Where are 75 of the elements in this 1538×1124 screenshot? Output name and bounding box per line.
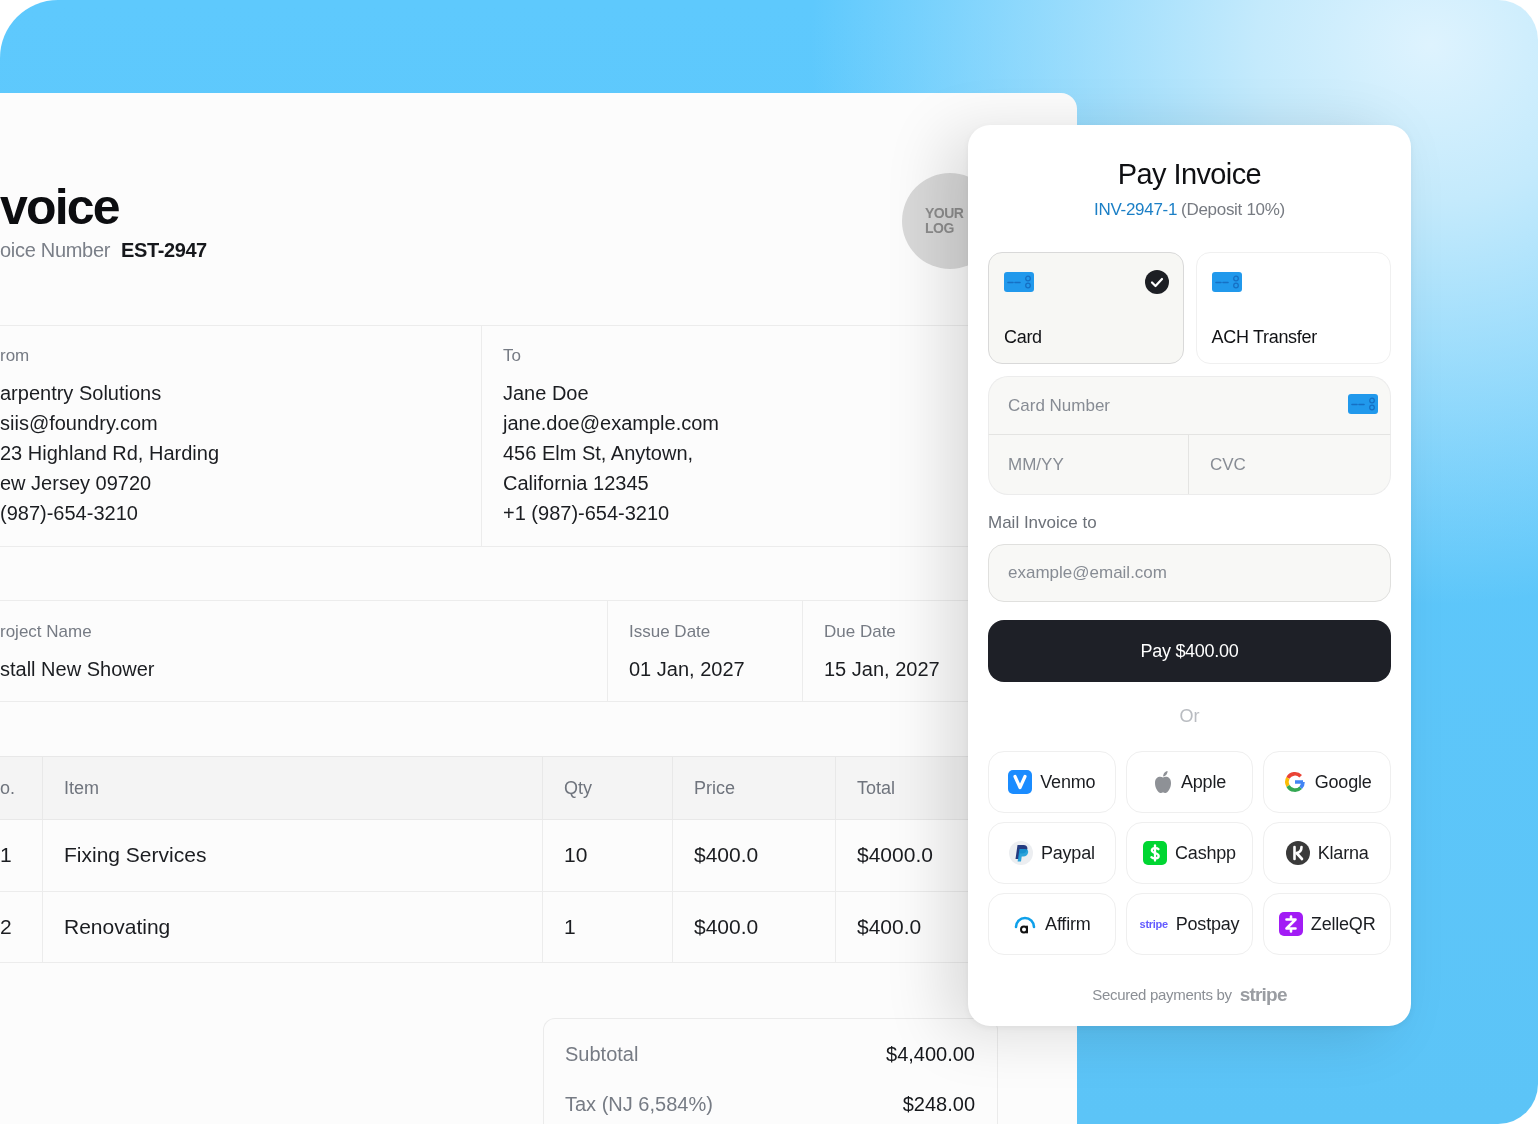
venmo-logo-icon bbox=[1008, 770, 1033, 794]
table-cell: 1 bbox=[542, 891, 672, 963]
table-cell: $400.0 bbox=[672, 891, 835, 963]
detail-label: Issue Date bbox=[629, 622, 711, 642]
payment-method-tile[interactable]: Card bbox=[988, 252, 1184, 364]
wallet-button[interactable]: stripe Postpay bbox=[1125, 893, 1254, 955]
party-label: To bbox=[503, 346, 521, 366]
table-header-cell: Price bbox=[672, 756, 835, 820]
detail-label: Due Date bbox=[824, 622, 896, 642]
party-label: rom bbox=[0, 346, 30, 366]
address-line: 23 Highland Rd, Harding bbox=[0, 441, 220, 466]
address-line: ew Jersey 09720 bbox=[0, 471, 152, 496]
summary-label: Subtotal bbox=[565, 1042, 639, 1067]
table-cell: Fixing Services bbox=[42, 820, 542, 892]
or-label: Or bbox=[1179, 705, 1200, 727]
card-icon bbox=[1211, 272, 1242, 292]
address-line: arpentry Solutions bbox=[0, 381, 162, 406]
wallet-button[interactable]: Paypal bbox=[988, 822, 1116, 884]
stripe-wordmark: stripe bbox=[1139, 918, 1168, 930]
table-cell: 1 bbox=[0, 820, 42, 892]
wallet-button[interactable]: Cashpp bbox=[1125, 822, 1254, 884]
paypal-logo-icon bbox=[1008, 841, 1033, 865]
payment-method-tile[interactable]: ACH Transfer bbox=[1195, 252, 1391, 364]
wallet-button[interactable]: Apple bbox=[1125, 751, 1254, 813]
payment-title: Pay Invoice bbox=[1117, 157, 1262, 192]
invoice-reference-link[interactable]: INV-2947-1 bbox=[1094, 199, 1178, 221]
wallet-button[interactable]: ZelleQR bbox=[1263, 893, 1391, 955]
check-icon bbox=[1144, 270, 1169, 294]
cash-app-logo-icon bbox=[1143, 841, 1168, 865]
cvc-field[interactable]: CVC bbox=[1188, 435, 1391, 495]
table-cell: $400.0 bbox=[672, 820, 835, 892]
table-cell: 2 bbox=[0, 891, 42, 963]
invoice-number-label: oice Number bbox=[0, 238, 111, 262]
pay-button[interactable]: Pay $400.00 bbox=[988, 620, 1391, 682]
email-field[interactable]: example@email.com bbox=[988, 544, 1391, 602]
address-line: Jane Doe bbox=[503, 381, 589, 406]
detail-label: roject Name bbox=[0, 622, 92, 642]
zelle-logo-icon bbox=[1278, 912, 1303, 936]
klarna-logo-icon bbox=[1285, 841, 1310, 865]
table-cell: Renovating bbox=[42, 891, 542, 963]
table-header-cell: Item bbox=[42, 756, 542, 820]
address-line: 456 Elm St, Anytown, bbox=[503, 441, 694, 466]
address-line: siis@foundry.com bbox=[0, 411, 158, 436]
card-number-field[interactable]: Card Number bbox=[988, 376, 1391, 435]
mail-invoice-label: Mail Invoice to bbox=[988, 513, 1097, 533]
address-line: +1 (987)-654-3210 bbox=[503, 501, 670, 526]
card-icon bbox=[1348, 394, 1378, 414]
invoice-number: EST-2947 bbox=[121, 238, 207, 262]
table-header-cell: o. bbox=[0, 756, 42, 820]
detail-value: stall New Shower bbox=[0, 657, 155, 682]
wallet-button[interactable]: Affirm bbox=[988, 893, 1116, 955]
wallet-button[interactable]: Google bbox=[1263, 751, 1391, 813]
detail-value: 15 Jan, 2027 bbox=[824, 657, 940, 682]
logo-text: LOG bbox=[925, 221, 954, 236]
summary-value: $248.00 bbox=[902, 1092, 975, 1117]
secured-payments-text: Secured payments by bbox=[1092, 985, 1232, 1005]
address-line: jane.doe@example.com bbox=[503, 411, 719, 436]
table-cell: 10 bbox=[542, 820, 672, 892]
invoice-title: voice bbox=[0, 179, 119, 235]
table-header-cell: Qty bbox=[542, 756, 672, 820]
apple-logo-icon bbox=[1152, 770, 1173, 794]
google-logo-icon bbox=[1282, 770, 1307, 794]
card-icon bbox=[1004, 272, 1034, 292]
address-line: California 12345 bbox=[503, 471, 649, 496]
deposit-note: (Deposit 10%) bbox=[1181, 199, 1285, 221]
wallet-button[interactable]: Klarna bbox=[1263, 822, 1391, 884]
address-line: (987)-654-3210 bbox=[0, 501, 138, 526]
detail-value: 01 Jan, 2027 bbox=[629, 657, 745, 682]
summary-label: Tax (NJ 6,584%) bbox=[565, 1092, 713, 1117]
stripe-wordmark: stripe bbox=[1239, 984, 1287, 1006]
logo-text: YOUR bbox=[925, 206, 964, 221]
wallet-button[interactable]: Venmo bbox=[988, 751, 1116, 813]
table-header-cell: Total bbox=[835, 756, 968, 820]
summary-value: $4,400.00 bbox=[886, 1042, 975, 1067]
expiry-field[interactable]: MM/YY bbox=[988, 435, 1188, 495]
